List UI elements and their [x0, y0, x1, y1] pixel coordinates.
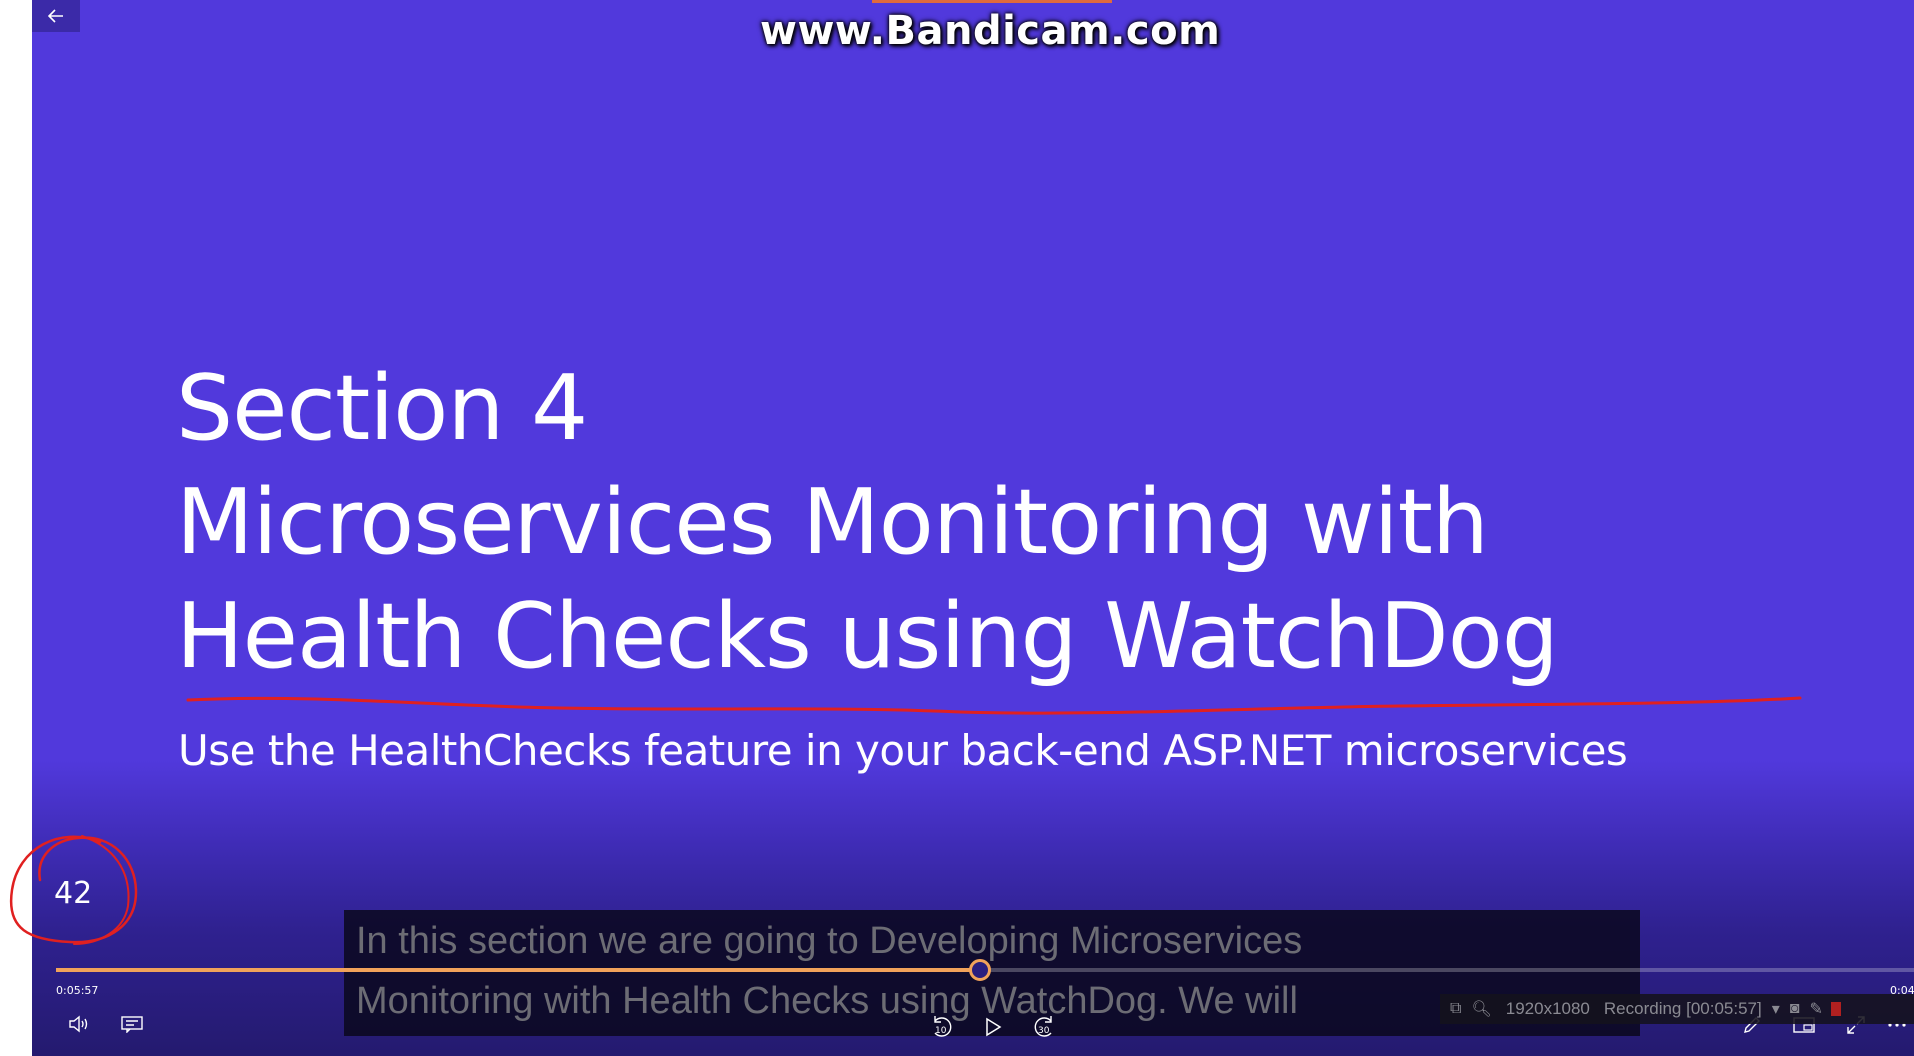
zoom-icon[interactable]: 🔍︎: [1471, 999, 1491, 1019]
bandicam-watermark: www.Bandicam.com: [760, 8, 1221, 54]
camera-icon[interactable]: ◙: [1790, 1000, 1800, 1018]
slide-title-line-3: Health Checks using WatchDog: [176, 584, 1559, 689]
caption-line-1: In this section we are going to Developi…: [356, 920, 1303, 962]
time-current: 0:05:57: [56, 984, 99, 997]
watermark-strip: [872, 0, 1112, 3]
forward-30-button[interactable]: 30: [1026, 1012, 1060, 1042]
slide-title-line-2: Microservices Monitoring with: [176, 470, 1489, 575]
play-icon: [986, 1017, 1002, 1037]
dropdown-icon[interactable]: ▾: [1772, 999, 1780, 1019]
captions-icon: [121, 1016, 143, 1033]
rewind-10-button[interactable]: 10: [926, 1012, 960, 1042]
back-arrow-icon: [48, 9, 63, 23]
slide-title-line-1: Section 4: [176, 356, 588, 461]
pencil-icon[interactable]: ✎: [1809, 999, 1822, 1019]
back-button[interactable]: [32, 0, 80, 32]
forward-30-label: 30: [1038, 1026, 1050, 1036]
rewind-10-label: 10: [935, 1026, 947, 1036]
slide-number: 42: [54, 876, 93, 911]
window-icon[interactable]: ⧉: [1450, 1000, 1461, 1018]
bandicam-toolbar: ⧉ 🔍︎ 1920x1080 Recording [00:05:57] ▾ ◙ …: [1440, 994, 1914, 1024]
record-stop-icon[interactable]: [1830, 1002, 1841, 1016]
bandicam-recording-status: Recording [00:05:57]: [1603, 999, 1762, 1018]
slide-title: Section 4 Microservices Monitoring with …: [176, 352, 1559, 694]
play-button[interactable]: [978, 1012, 1008, 1042]
volume-button[interactable]: [66, 1012, 94, 1036]
captions-button[interactable]: [118, 1012, 146, 1036]
bandicam-resolution: 1920x1080: [1505, 999, 1590, 1018]
slide-subtitle: Use the HealthChecks feature in your bac…: [178, 726, 1628, 775]
volume-icon: [69, 1015, 88, 1033]
seek-bar-fill: [56, 968, 980, 972]
seek-bar[interactable]: [56, 959, 1914, 981]
caption-line-2: Monitoring with Health Checks using Watc…: [356, 980, 1298, 1022]
